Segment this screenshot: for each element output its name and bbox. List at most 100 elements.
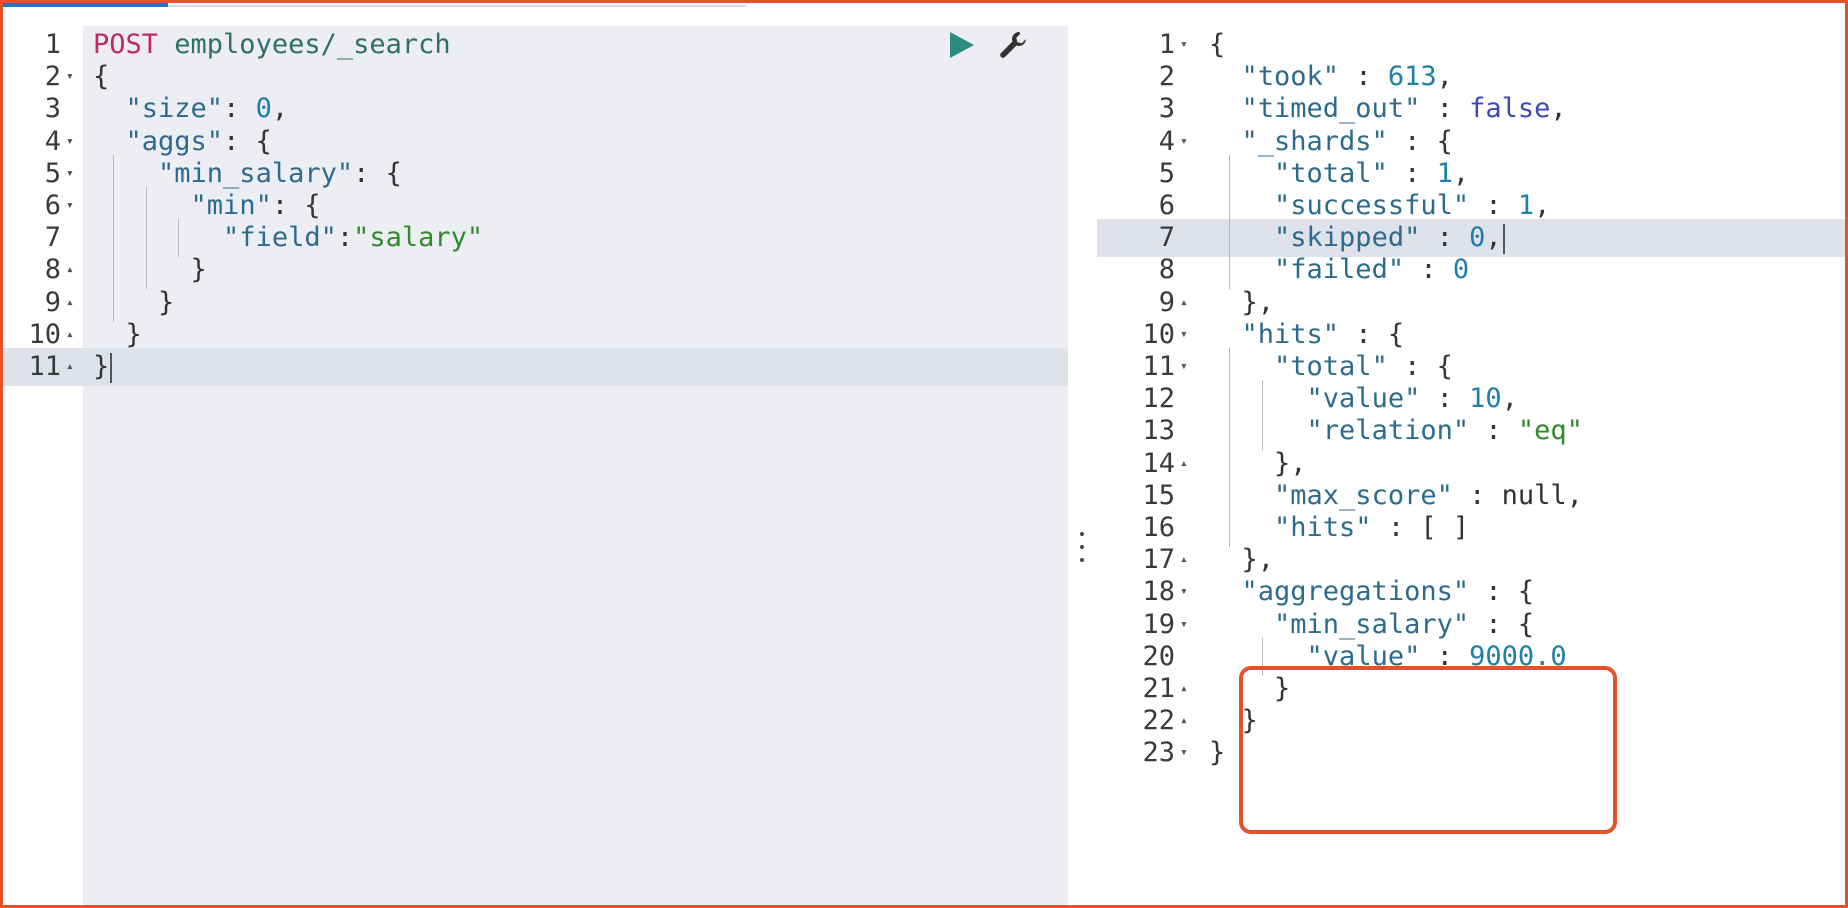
fold-expand-icon[interactable]: ▴ [66, 348, 74, 386]
token: }, [1209, 544, 1275, 576]
code-text: } [93, 348, 113, 386]
token: "relation" [1306, 415, 1470, 447]
token: } [93, 318, 142, 350]
pane-divider[interactable] [1068, 26, 1097, 905]
token: 0 [1452, 254, 1470, 286]
token: { [93, 61, 110, 93]
token: : null, [1452, 479, 1583, 511]
aggregations-highlight-box [1239, 666, 1617, 834]
token: { [1209, 29, 1226, 60]
fold-collapse-icon[interactable]: ▾ [1180, 734, 1188, 772]
token: , [1550, 93, 1567, 125]
token: } [93, 254, 207, 286]
token: , [1452, 157, 1470, 189]
token: : { [1469, 576, 1535, 608]
token: "skipped" [1274, 222, 1421, 254]
token: : [1469, 415, 1518, 447]
token: : { [353, 157, 402, 189]
token: , [1534, 190, 1551, 221]
progress-track [168, 5, 746, 7]
token: , [271, 93, 289, 125]
token: "successful" [1274, 190, 1470, 221]
token: 0 [1469, 222, 1486, 254]
token: "total" [1274, 351, 1388, 382]
token: "aggregations" [1241, 576, 1470, 608]
token: : [1420, 383, 1470, 415]
token: , [1501, 383, 1518, 415]
token: : [1420, 93, 1470, 125]
text-cursor [110, 352, 113, 383]
token: "field" [223, 222, 337, 254]
line-number: 11 [28, 351, 61, 382]
token: : [336, 222, 354, 254]
token: : { [271, 190, 321, 221]
token: "hits" [1274, 512, 1372, 543]
token: } [1209, 737, 1226, 769]
token: "eq" [1517, 415, 1583, 447]
token: : [1339, 61, 1388, 93]
token: } [93, 286, 175, 318]
token: : [1469, 190, 1518, 221]
request-editor[interactable]: 1 POST employees/_search 2 ▾{3 "size": 0, 4 ▾… [3, 26, 1068, 905]
token: "hits" [1241, 318, 1340, 350]
run-request-button[interactable] [944, 28, 980, 62]
token: } [93, 351, 110, 382]
token: }, [1209, 447, 1307, 479]
request-code-line[interactable]: 11 ▴} [3, 348, 1068, 386]
token: 0 [255, 93, 272, 125]
token: 1 [1517, 190, 1535, 221]
token: "min_salary" [1274, 608, 1470, 640]
token: "salary" [353, 222, 484, 254]
token: employees/_search [158, 29, 451, 60]
line-number: 23 [1142, 737, 1175, 769]
token: "timed_out" [1241, 93, 1421, 125]
token: "_shards" [1241, 125, 1388, 157]
token: POST [93, 29, 159, 60]
token: "aggs" [125, 125, 224, 157]
token: "min_salary" [158, 157, 354, 189]
token: "min" [190, 190, 272, 221]
token: : { [1339, 318, 1405, 350]
token: "max_score" [1274, 479, 1453, 511]
token: 10 [1469, 383, 1502, 415]
token: : { [1387, 351, 1453, 382]
token: false [1469, 93, 1551, 125]
token: "total" [1274, 157, 1388, 189]
token: : { [223, 125, 272, 157]
token: 613 [1387, 61, 1437, 93]
token: 1 [1436, 157, 1453, 189]
wrench-icon [1000, 32, 1026, 58]
token: : [223, 93, 256, 125]
resize-handle-icon[interactable] [1077, 532, 1087, 562]
loading-progress-bar [3, 3, 168, 7]
token: , [1485, 222, 1502, 254]
code-text: } [1209, 734, 1225, 772]
token: }, [1209, 286, 1275, 318]
token: : { [1469, 608, 1535, 640]
settings-button[interactable] [995, 28, 1031, 62]
token: "value" [1306, 383, 1421, 415]
token: , [1436, 61, 1453, 93]
token: : [1404, 254, 1453, 286]
token: "size" [125, 93, 224, 125]
token: "took" [1241, 61, 1340, 93]
token: "failed" [1274, 254, 1405, 286]
